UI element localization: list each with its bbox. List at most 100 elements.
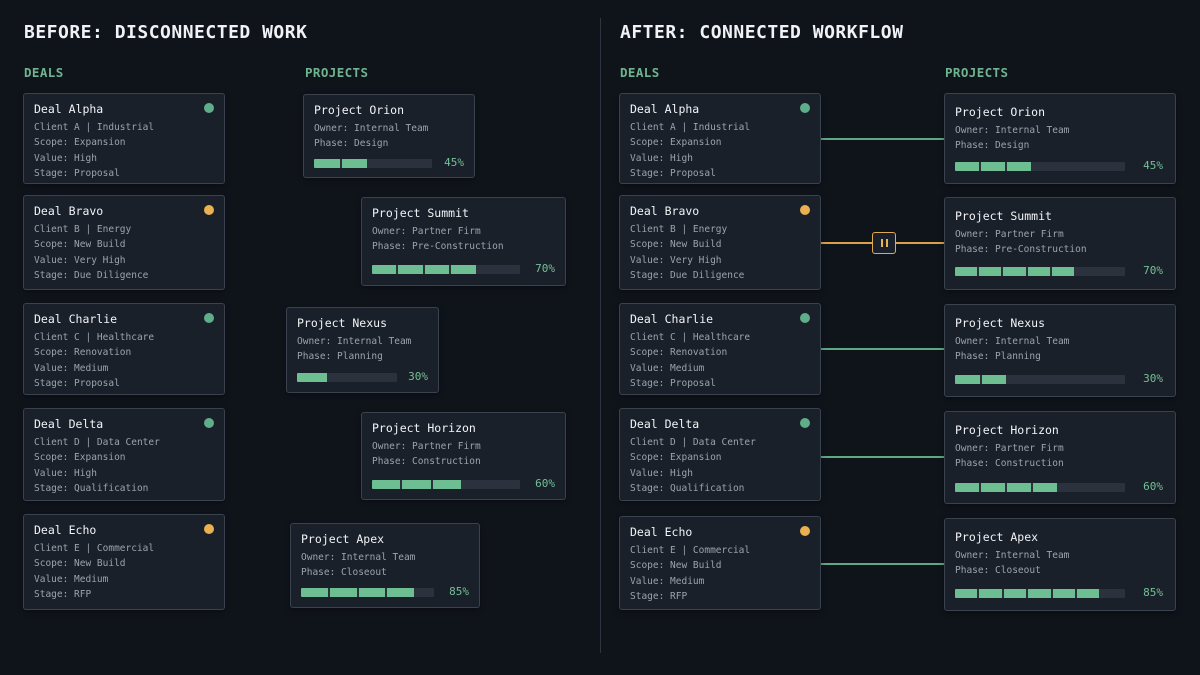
progress-bar: [372, 265, 520, 274]
progress-segment: [981, 375, 1006, 384]
deal-card[interactable]: Deal Echo Client E | Commercial Scope: N…: [23, 514, 225, 610]
deal-card[interactable]: Deal Bravo Client B | Energy Scope: New …: [23, 195, 225, 290]
project-title: Project Apex: [301, 532, 385, 546]
project-title: Project Apex: [955, 530, 1039, 544]
project-phase: Phase: Closeout: [955, 565, 1041, 577]
project-owner: Owner: Internal Team: [297, 336, 412, 347]
deal-stage: Stage: RFP: [34, 588, 92, 600]
progress-segment: [398, 265, 423, 274]
progress-segment: [451, 265, 476, 274]
deal-client: Client E | Commercial: [34, 543, 155, 554]
deal-title: Deal Echo: [34, 523, 97, 537]
progress-segment: [297, 373, 327, 382]
deal-scope: Scope: New Build: [630, 239, 722, 251]
deal-scope: Scope: Expansion: [34, 137, 126, 149]
progress-segment: [358, 588, 386, 597]
project-card[interactable]: Project Summit Owner: Partner Firm Phase…: [361, 197, 566, 286]
progress-segment: [955, 162, 980, 171]
deal-value: Value: Medium: [34, 573, 109, 585]
project-card[interactable]: Project Apex Owner: Internal Team Phase:…: [290, 523, 480, 608]
progress-segment: [955, 483, 979, 492]
deal-title: Deal Delta: [630, 417, 700, 431]
deal-stage: Stage: Due Diligence: [34, 269, 149, 281]
progress-label: 70%: [535, 262, 555, 275]
deal-title: Deal Alpha: [34, 102, 104, 116]
deal-client: Client B | Energy: [630, 224, 728, 235]
project-title: Project Orion: [314, 103, 405, 117]
deal-stage: Stage: RFP: [630, 590, 688, 602]
project-phase: Phase: Design: [955, 140, 1030, 152]
progress-segment: [1052, 589, 1076, 598]
after-projects-label: PROJECTS: [945, 65, 1009, 80]
progress-segment: [979, 267, 1002, 276]
project-title: Project Summit: [955, 209, 1052, 223]
project-card[interactable]: Project Nexus Owner: Internal Team Phase…: [944, 304, 1176, 397]
deal-scope: Scope: Expansion: [630, 452, 722, 464]
progress-bar: [955, 162, 1125, 171]
progress-segment: [301, 588, 328, 597]
deal-card[interactable]: Deal Delta Client D | Data Center Scope:…: [619, 408, 821, 501]
deal-value: Value: Medium: [630, 362, 705, 374]
deal-stage: Stage: Proposal: [34, 167, 120, 179]
progress-bar: [297, 373, 397, 382]
progress-label: 60%: [1143, 480, 1163, 493]
deal-client: Client B | Energy: [34, 224, 132, 235]
project-card[interactable]: Project Horizon Owner: Partner Firm Phas…: [361, 412, 566, 500]
status-dot-icon: [204, 103, 214, 113]
progress-bar: [955, 375, 1125, 384]
project-phase: Phase: Pre-Construction: [955, 244, 1087, 256]
deal-value: Value: Medium: [630, 575, 705, 587]
deal-stage: Stage: Proposal: [34, 377, 120, 389]
deal-client: Client C | Healthcare: [34, 332, 155, 343]
connector-line: [821, 456, 944, 458]
progress-bar: [955, 483, 1125, 492]
project-phase: Phase: Construction: [955, 458, 1064, 470]
deal-card[interactable]: Deal Alpha Client A | Industrial Scope: …: [23, 93, 225, 184]
project-card[interactable]: Project Apex Owner: Internal Team Phase:…: [944, 518, 1176, 611]
deal-card[interactable]: Deal Charlie Client C | Healthcare Scope…: [23, 303, 225, 395]
connector-line: [821, 563, 944, 565]
deal-value: Value: Medium: [34, 362, 109, 374]
deal-card[interactable]: Deal Delta Client D | Data Center Scope:…: [23, 408, 225, 501]
progress-segment: [1003, 267, 1026, 276]
project-owner: Owner: Partner Firm: [372, 441, 481, 452]
status-dot-icon: [204, 418, 214, 428]
deal-client: Client A | Industrial: [630, 122, 751, 133]
project-card[interactable]: Project Nexus Owner: Internal Team Phase…: [286, 307, 439, 393]
deal-card[interactable]: Deal Bravo Client B | Energy Scope: New …: [619, 195, 821, 290]
deal-card[interactable]: Deal Alpha Client A | Industrial Scope: …: [619, 93, 821, 184]
progress-bar: [372, 480, 520, 489]
connector-line: [821, 138, 944, 140]
progress-segment: [372, 480, 401, 489]
progress-bar: [301, 588, 434, 597]
pause-icon[interactable]: [872, 232, 896, 254]
project-card[interactable]: Project Horizon Owner: Partner Firm Phas…: [944, 411, 1176, 504]
project-owner: Owner: Internal Team: [955, 336, 1070, 347]
progress-label: 60%: [535, 477, 555, 490]
project-phase: Phase: Design: [314, 138, 389, 150]
deal-card[interactable]: Deal Charlie Client C | Healthcare Scope…: [619, 303, 821, 395]
deal-value: Value: Very High: [34, 254, 126, 266]
progress-segment: [402, 480, 431, 489]
progress-segment: [981, 483, 1005, 492]
progress-label: 45%: [444, 156, 464, 169]
project-owner: Owner: Partner Firm: [955, 229, 1064, 240]
project-owner: Owner: Partner Firm: [955, 443, 1064, 454]
deal-client: Client E | Commercial: [630, 545, 751, 556]
project-card[interactable]: Project Orion Owner: Internal Team Phase…: [944, 93, 1176, 184]
section-divider: [600, 18, 601, 653]
deal-scope: Scope: Expansion: [34, 452, 126, 464]
progress-segment: [329, 588, 357, 597]
status-dot-icon: [204, 205, 214, 215]
deal-card[interactable]: Deal Echo Client E | Commercial Scope: N…: [619, 516, 821, 610]
project-title: Project Horizon: [955, 423, 1059, 437]
deal-stage: Stage: Proposal: [630, 167, 716, 179]
deal-title: Deal Bravo: [630, 204, 700, 218]
project-title: Project Horizon: [372, 421, 476, 435]
project-phase: Phase: Closeout: [301, 567, 387, 579]
project-card[interactable]: Project Orion Owner: Internal Team Phase…: [303, 94, 475, 178]
deal-client: Client A | Industrial: [34, 122, 155, 133]
status-dot-icon: [800, 526, 810, 536]
project-card[interactable]: Project Summit Owner: Partner Firm Phase…: [944, 197, 1176, 290]
deal-title: Deal Charlie: [34, 312, 118, 326]
